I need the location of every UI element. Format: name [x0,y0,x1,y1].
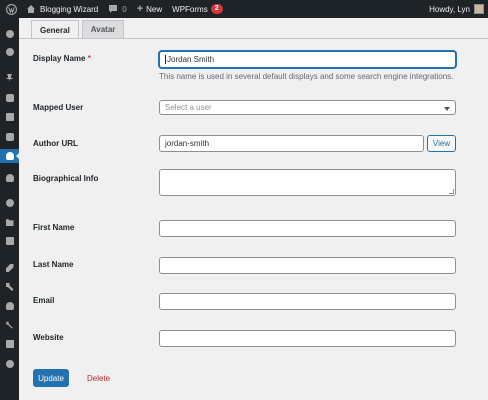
website-label: Website [33,333,64,342]
update-button[interactable]: Update [33,369,69,387]
pages-icon[interactable] [0,110,19,124]
new-content-link[interactable]: + New [133,0,166,18]
last-name-input[interactable] [159,257,456,274]
authors-icon[interactable] [0,149,20,163]
tab-divider [19,38,488,39]
author-url-value: jordan-smith [165,139,210,148]
folder-icon[interactable] [0,215,19,229]
admin-bar: Blogging Wizard 0 + New WPForms 2 Howdy,… [0,0,488,18]
comments-link[interactable]: 0 [104,0,130,18]
tab-bar: General Avatar [31,20,127,39]
mapped-user-select[interactable]: Select a user [159,100,456,115]
display-name-value: Jordan Smith [167,55,215,64]
display-name-description: This name is used in several default dis… [159,72,454,81]
wordpress-logo-icon[interactable] [0,0,22,18]
users-group-icon[interactable] [0,171,19,185]
email-input[interactable] [159,293,456,310]
comments-icon[interactable] [0,130,19,144]
comments-count: 0 [122,4,127,14]
avatar [474,4,484,14]
last-name-label: Last Name [33,260,74,269]
wpforms-menu[interactable]: WPForms 2 [168,0,226,18]
new-label: New [146,4,163,14]
mapped-user-placeholder: Select a user [165,103,212,112]
users-icon[interactable] [0,299,19,313]
tab-avatar[interactable]: Avatar [81,20,125,38]
dashboard-icon[interactable] [0,27,19,41]
account-menu[interactable]: Howdy, Lyn [425,0,488,18]
author-url-label: Author URL [33,139,78,148]
view-button[interactable]: View [427,135,456,152]
display-name-label: Display Name * [33,54,91,63]
notification-badge: 2 [210,4,223,14]
appearance-brush-icon[interactable] [0,261,19,275]
admin-sidebar [0,18,20,400]
howdy-text: Howdy, Lyn [429,4,470,14]
comment-bubble-icon [109,5,118,13]
chevron-down-icon [444,107,450,111]
plugins-icon[interactable] [0,280,19,294]
home-icon [27,5,35,13]
mapped-user-label: Mapped User [33,103,84,112]
media-icon[interactable] [0,91,19,105]
display-name-input[interactable]: Jordan Smith [159,51,456,68]
first-name-input[interactable] [159,220,456,237]
delete-link[interactable]: Delete [87,374,110,383]
globe-icon[interactable] [0,196,19,210]
settings-icon[interactable] [0,337,19,351]
author-url-input[interactable]: jordan-smith [159,135,424,152]
site-name-link[interactable]: Blogging Wizard [22,0,102,18]
tools-icon[interactable] [0,318,19,332]
main-content: General Avatar Display Name * Jordan Smi… [19,18,488,400]
resize-handle-icon[interactable] [449,189,454,194]
email-label: Email [33,296,55,305]
tab-general[interactable]: General [31,20,79,39]
plus-icon: + [136,3,144,15]
text-cursor [165,55,166,64]
bio-label: Biographical Info [33,174,99,183]
website-input[interactable] [159,330,456,347]
required-mark: * [87,54,91,63]
wpforms-label: WPForms [172,4,208,14]
display-name-label-text: Display Name [33,54,86,63]
posts-pin-icon[interactable] [0,71,19,85]
jetpack-icon[interactable] [0,45,19,59]
site-name: Blogging Wizard [40,4,99,14]
bio-textarea[interactable] [159,169,456,196]
collapse-icon[interactable] [0,357,19,371]
forms-icon[interactable] [0,234,19,248]
first-name-label: First Name [33,223,75,232]
